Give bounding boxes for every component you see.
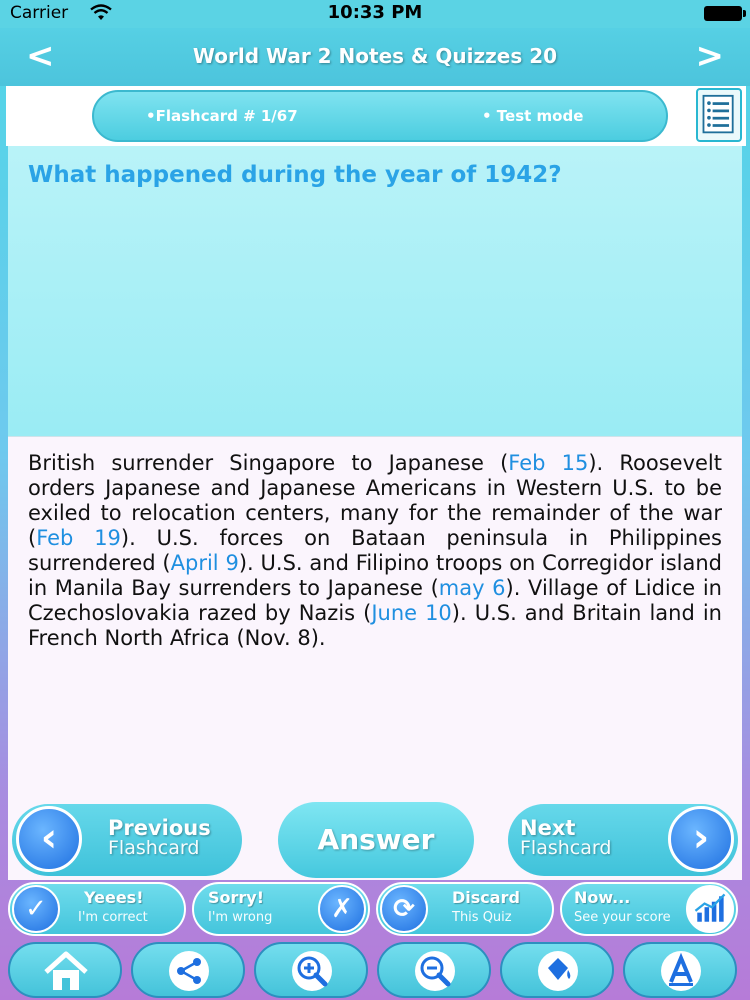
see-score-button[interactable]: Now... See your score xyxy=(560,882,738,936)
font-size-button[interactable] xyxy=(623,942,737,998)
header-bar: < World War 2 Notes & Quizzes 20 > xyxy=(0,28,750,86)
discard-quiz-button[interactable]: ⟳ Discard This Quiz xyxy=(376,882,554,936)
next-flashcard-button[interactable]: Next Flashcard › xyxy=(508,804,738,876)
next-label: Next Flashcard xyxy=(520,818,612,859)
checkmark-icon: ✓ xyxy=(12,885,60,933)
answer-panel: British surrender Singapore to Japanese … xyxy=(8,436,742,799)
test-mode-label: • Test mode xyxy=(482,107,584,125)
previous-sub: Flashcard xyxy=(108,837,200,859)
question-text: What happened during the year of 1942? xyxy=(28,162,562,188)
notes-icon xyxy=(702,94,734,134)
zoom-out-button[interactable] xyxy=(377,942,491,998)
next-sub: Flashcard xyxy=(520,837,612,859)
discard-sub: This Quiz xyxy=(452,910,512,925)
share-icon xyxy=(169,951,209,991)
wrong-button[interactable]: Sorry! I'm wrong ✗ xyxy=(192,882,370,936)
answer-date-highlight: Feb 15 xyxy=(508,451,589,475)
discard-title: Discard xyxy=(452,888,520,907)
answer-date-highlight: Feb 19 xyxy=(36,526,121,550)
answer-text: British surrender Singapore to Japanese … xyxy=(28,451,722,651)
answer-segment: British surrender Singapore to Japanese … xyxy=(28,451,509,475)
zoom-out-icon xyxy=(415,951,455,991)
info-strip: •Flashcard # 1/67 • Test mode xyxy=(6,86,746,146)
cross-icon: ✗ xyxy=(318,885,366,933)
notes-button[interactable] xyxy=(696,88,742,142)
answer-date-highlight: April 9 xyxy=(170,551,239,575)
correct-button[interactable]: ✓ Yeees! I'm correct xyxy=(8,882,186,936)
recycle-icon: ⟳ xyxy=(380,885,428,933)
correct-title: Yeees! xyxy=(84,888,144,907)
home-button[interactable] xyxy=(8,942,122,998)
score-title: Now... xyxy=(574,888,631,907)
wrong-title: Sorry! xyxy=(208,888,265,907)
share-button[interactable] xyxy=(131,942,245,998)
correct-sub: I'm correct xyxy=(78,910,148,925)
zoom-in-icon xyxy=(292,951,332,991)
paint-bucket-icon xyxy=(538,951,578,991)
question-panel: What happened during the year of 1942? xyxy=(8,146,742,436)
home-icon xyxy=(44,951,88,990)
arrow-left-icon: ‹ xyxy=(16,806,82,872)
flashcard-counter: •Flashcard # 1/67 xyxy=(146,107,298,125)
answer-button[interactable]: Answer xyxy=(278,802,474,878)
status-time: 10:33 PM xyxy=(327,2,423,23)
chart-icon xyxy=(686,885,734,933)
previous-label: Previous Flashcard xyxy=(108,818,211,859)
next-set-button[interactable]: > xyxy=(696,36,725,76)
page-title: World War 2 Notes & Quizzes 20 xyxy=(192,44,558,68)
color-theme-button[interactable] xyxy=(500,942,614,998)
font-icon xyxy=(661,951,701,991)
battery-icon xyxy=(704,6,746,21)
action-row: ✓ Yeees! I'm correct Sorry! I'm wrong ✗ … xyxy=(8,880,742,938)
wrong-sub: I'm wrong xyxy=(208,910,273,925)
answer-date-highlight: may 6 xyxy=(438,576,506,600)
flashcard-nav: ‹ Previous Flashcard Answer Next Flashca… xyxy=(8,798,742,880)
bottom-toolbar xyxy=(0,938,750,1000)
info-pill: •Flashcard # 1/67 • Test mode xyxy=(92,90,668,142)
answer-date-highlight: June 10 xyxy=(371,601,452,625)
score-sub: See your score xyxy=(574,910,671,925)
status-bar: Carrier 10:33 PM xyxy=(0,0,750,28)
previous-flashcard-button[interactable]: ‹ Previous Flashcard xyxy=(12,804,242,876)
zoom-in-button[interactable] xyxy=(254,942,368,998)
arrow-right-icon: › xyxy=(668,806,734,872)
